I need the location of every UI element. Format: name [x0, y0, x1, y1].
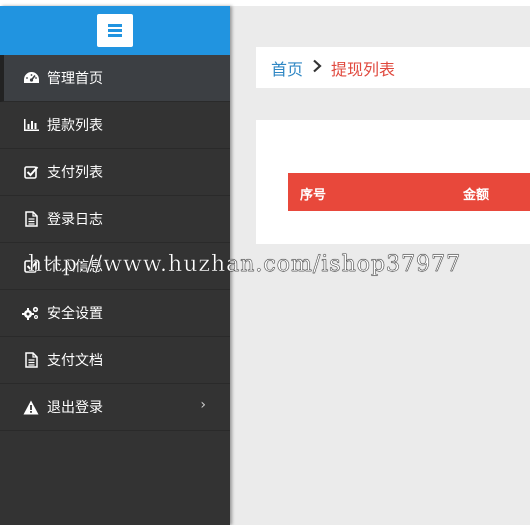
sidebar-item-login-log[interactable]: 登录日志: [0, 196, 230, 243]
chevron-right-icon: [312, 59, 322, 77]
warning-icon: [22, 398, 40, 416]
document-icon: [22, 351, 40, 369]
content-panel: 序号 金额: [256, 120, 530, 244]
breadcrumb: 首页 提现列表: [256, 47, 530, 88]
sidebar-item-logout[interactable]: 退出登录 ›: [0, 384, 230, 431]
sidebar-item-withdrawals[interactable]: 提款列表: [0, 102, 230, 149]
sidebar-item-dashboard[interactable]: 管理首页: [0, 55, 230, 102]
sidebar-header: [0, 6, 230, 55]
hamburger-icon: [108, 24, 122, 27]
document-icon: [22, 210, 40, 228]
check-square-icon: [22, 163, 40, 181]
chevron-right-icon: ›: [200, 397, 206, 413]
breadcrumb-current: 提现列表: [331, 59, 396, 79]
sidebar-item-label: 支付文档: [47, 353, 103, 369]
sidebar-item-payments[interactable]: 支付列表: [0, 149, 230, 196]
bar-chart-icon: [22, 116, 40, 134]
breadcrumb-home-link[interactable]: 首页: [271, 56, 303, 80]
sidebar-item-label: 登录日志: [47, 212, 103, 228]
dashboard-icon: [22, 69, 40, 87]
sidebar-item-label: 支付列表: [47, 165, 103, 181]
sidebar-item-label: 提款列表: [47, 118, 103, 134]
column-header-index: 序号: [300, 188, 327, 203]
hamburger-icon-line: [108, 34, 122, 37]
column-header-amount: 金额: [463, 188, 490, 203]
sidebar-item-label: 退出登录: [47, 400, 103, 416]
menu-toggle-button[interactable]: [97, 14, 133, 47]
sidebar-item-pay-docs[interactable]: 支付文档: [0, 337, 230, 384]
table-header: 序号 金额: [288, 173, 530, 211]
sidebar-item-label: 管理首页: [47, 71, 103, 87]
sidebar-item-security[interactable]: 安全设置: [0, 290, 230, 337]
watermark-text: http://www.huzhan.com/ishop37977: [28, 252, 462, 277]
hamburger-icon-line: [108, 29, 122, 32]
sidebar-nav: 管理首页 提款列表 支付列表 登录日志 个人信息 安全设置 支付文档 退出登录 …: [0, 55, 230, 431]
gears-icon: [22, 304, 40, 322]
sidebar-item-label: 安全设置: [47, 306, 103, 322]
